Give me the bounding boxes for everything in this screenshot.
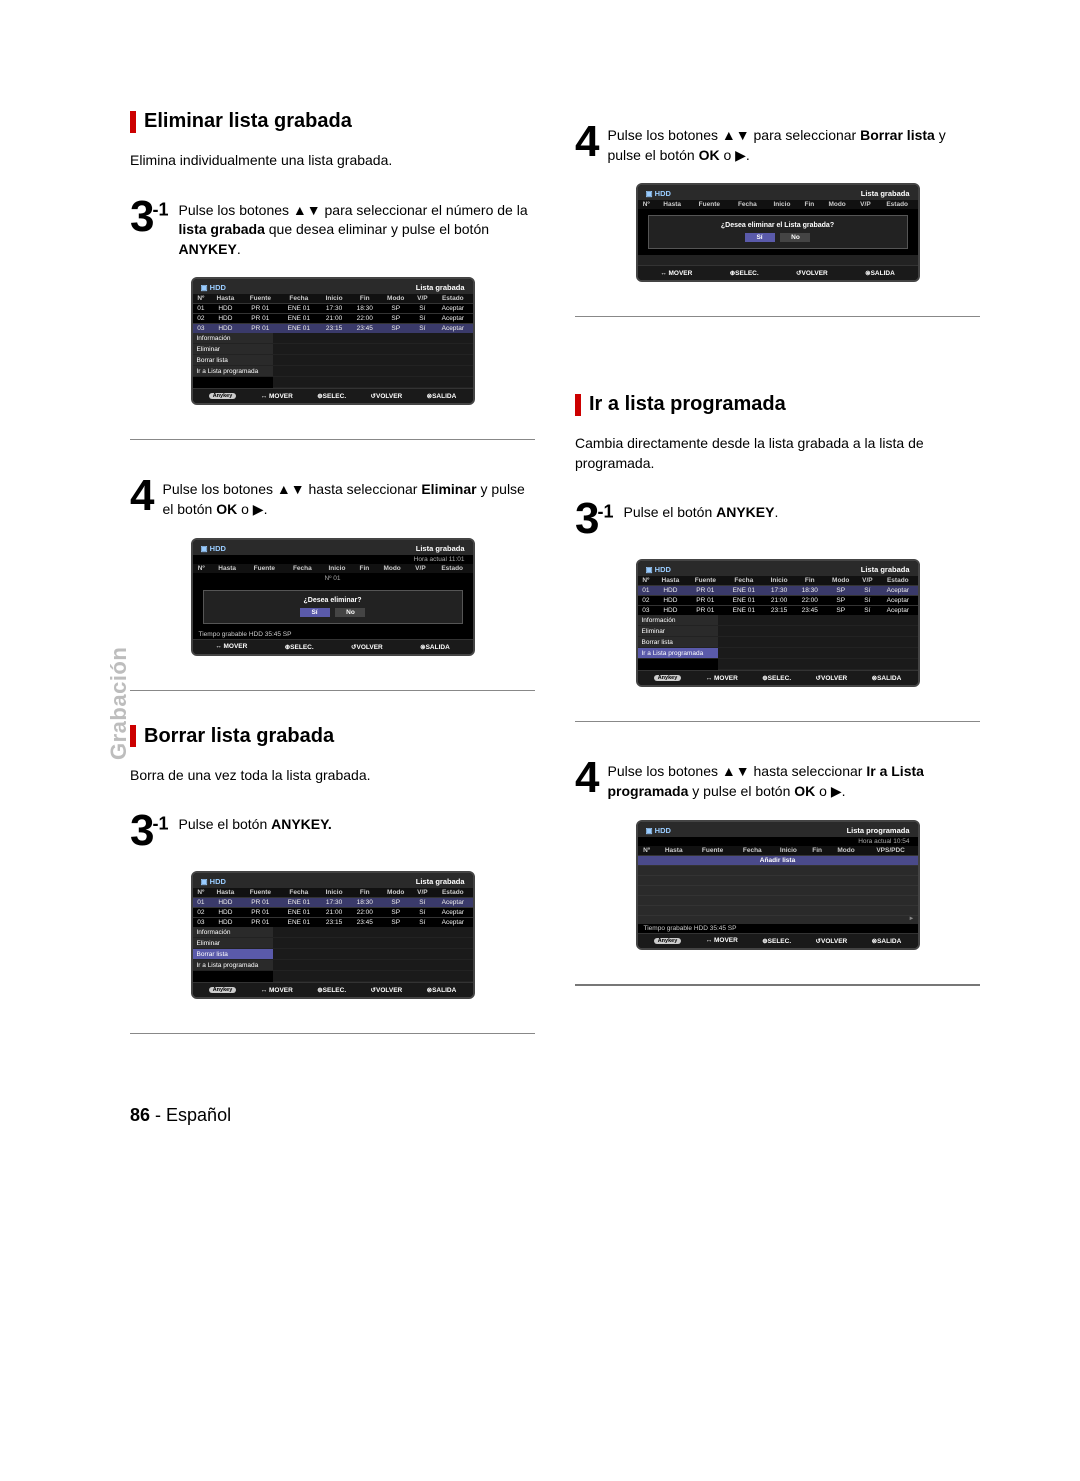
- step-4: 4 Pulse los botones ▲▼ hasta seleccionar…: [575, 756, 980, 801]
- up-down-icon: ▲▼: [722, 762, 750, 782]
- osd-menu: Información Eliminar Borrar lista Ir a L…: [193, 333, 273, 388]
- osd-time: Hora actual 11:01: [193, 555, 473, 564]
- step-text: Pulse el botón ANYKEY.: [624, 497, 779, 541]
- step-3-1: 3-1 Pulse el botón ANYKEY.: [130, 809, 535, 853]
- menu-item: Eliminar: [193, 344, 273, 355]
- dialog-no: No: [335, 608, 365, 617]
- anykey-badge: Anykey: [209, 393, 237, 399]
- dialog: ¿Desea eliminar el Lista grabada? Sí No: [648, 215, 908, 249]
- step-3-1: 3-1 Pulse el botón ANYKEY.: [575, 497, 980, 541]
- page-number: 86 - Español: [130, 1105, 231, 1126]
- heading-ir-lista: Ir a lista programada: [575, 393, 980, 416]
- osd-screenshot: ▣ HDDLista programada Hora actual 10:54 …: [636, 820, 920, 950]
- menu-item-selected: Ir a Lista programada: [638, 648, 718, 659]
- empty-grid: [638, 866, 918, 924]
- red-bar-icon: [130, 111, 136, 133]
- intro-text: Elimina individualmente una lista grabad…: [130, 151, 535, 171]
- step-text: Pulse los botones ▲▼ hasta seleccionar I…: [607, 756, 980, 801]
- step-number: 3-1: [130, 809, 169, 853]
- menu-item: Eliminar: [638, 626, 718, 637]
- step-text: Pulse los botones ▲▼ hasta seleccionar E…: [162, 474, 535, 519]
- left-column: Eliminar lista grabada Elimina individua…: [130, 110, 535, 1068]
- up-down-icon: ▲▼: [293, 201, 321, 221]
- dialog-question: ¿Desea eliminar?: [210, 597, 456, 604]
- menu-item-selected: Borrar lista: [193, 949, 273, 960]
- right-icon: ▶: [831, 782, 842, 802]
- divider: [575, 316, 980, 317]
- dialog-yes: Sí: [300, 608, 330, 617]
- step-3-1: 3-1 Pulse los botones ▲▼ para selecciona…: [130, 195, 535, 260]
- dialog-no: No: [780, 233, 810, 242]
- step-number: 3-1: [575, 497, 614, 541]
- add-list-button: Añadir lista: [638, 855, 918, 866]
- step-number: 4: [130, 474, 152, 519]
- rec-time-label: Tiempo grabable HDD 35:45 SP: [199, 631, 292, 638]
- intro-text: Borra de una vez toda la lista grabada.: [130, 766, 535, 786]
- osd-screenshot: ▣ HDDLista grabada NºHastaFuenteFechaIni…: [636, 559, 920, 687]
- right-icon: ▶: [735, 146, 746, 166]
- menu-item: Ir a Lista programada: [193, 960, 273, 971]
- osd-footer: Anykey ↔ MOVER ⊕SELEC. ↺VOLVER ⊗SALIDA: [193, 388, 473, 403]
- menu-item: Eliminar: [193, 938, 273, 949]
- step-4: 4 Pulse los botones ▲▼ para seleccionar …: [575, 120, 980, 165]
- step-number: 3-1: [130, 195, 169, 260]
- menu-item: Información: [193, 333, 273, 344]
- dialog-subtitle: Nº 01: [193, 573, 473, 584]
- right-icon: ▶: [253, 500, 264, 520]
- intro-text: Cambia directamente desde la lista graba…: [575, 434, 980, 473]
- step-4: 4 Pulse los botones ▲▼ hasta seleccionar…: [130, 474, 535, 519]
- menu-item: Información: [638, 615, 718, 626]
- menu-item: Borrar lista: [193, 355, 273, 366]
- divider: [130, 1033, 535, 1034]
- up-down-icon: ▲▼: [722, 126, 750, 146]
- divider: [575, 721, 980, 722]
- osd-time: Hora actual 10:54: [638, 837, 918, 846]
- osd-title: Lista grabada: [416, 283, 465, 292]
- step-number: 4: [575, 120, 597, 165]
- step-text: Pulse el botón ANYKEY.: [179, 809, 332, 853]
- step-text: Pulse los botones ▲▼ para seleccionar Bo…: [607, 120, 980, 165]
- osd-screenshot: ▣ HDD Lista grabada NºHastaFuenteFechaIni…: [191, 277, 475, 405]
- dialog-yes: Sí: [745, 233, 775, 242]
- dialog: ¿Desea eliminar? Sí No: [203, 590, 463, 624]
- up-down-icon: ▲▼: [277, 480, 305, 500]
- rec-time-label: Tiempo grabable HDD 35:45 SP: [644, 925, 737, 932]
- osd-screenshot: ▣ HDDLista grabada NºHastaFuenteFechaIni…: [191, 871, 475, 999]
- right-column: 4 Pulse los botones ▲▼ para seleccionar …: [575, 110, 980, 1068]
- heading-borrar: Borrar lista grabada: [130, 725, 535, 748]
- dialog-question: ¿Desea eliminar el Lista grabada?: [655, 222, 901, 229]
- red-bar-icon: [575, 394, 581, 416]
- hdd-label: ▣ HDD: [201, 283, 226, 292]
- divider-end: [575, 984, 980, 986]
- chapter-tab: Grabación: [106, 647, 132, 760]
- menu-item: Información: [193, 927, 273, 938]
- menu-item: Borrar lista: [638, 637, 718, 648]
- osd-table: NºHastaFuenteFechaInicioFinModoV/PEstado…: [193, 294, 473, 333]
- divider: [130, 439, 535, 440]
- step-number: 4: [575, 756, 597, 801]
- divider: [130, 690, 535, 691]
- step-text: Pulse los botones ▲▼ para seleccionar el…: [179, 195, 536, 260]
- osd-title-scheduled: Lista programada: [847, 826, 910, 835]
- heading-eliminar: Eliminar lista grabada: [130, 110, 535, 133]
- menu-item: Ir a Lista programada: [193, 366, 273, 377]
- osd-screenshot: ▣ HDDLista grabada Hora actual 11:01 NºH…: [191, 538, 475, 656]
- osd-screenshot: ▣ HDDLista grabada NºHastaFuenteFechaIni…: [636, 183, 920, 282]
